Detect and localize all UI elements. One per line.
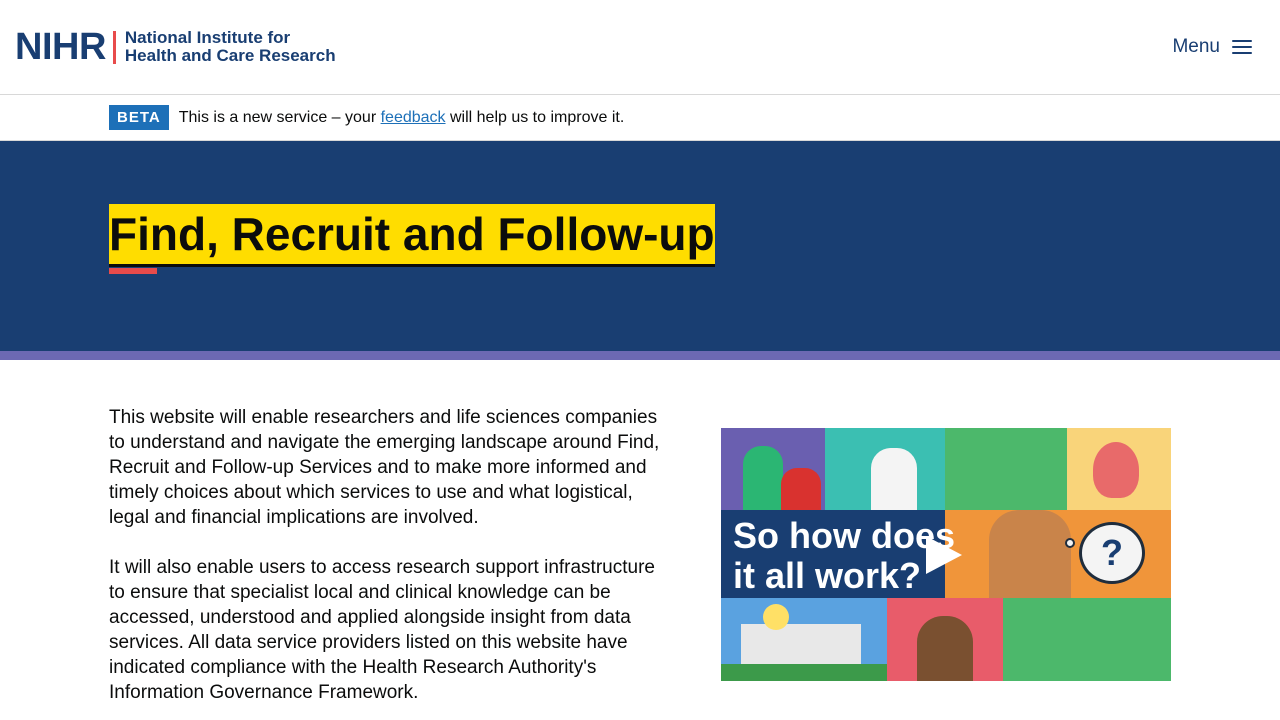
nihr-logo[interactable]: NIHR National Institute for Health and C… [15,26,336,68]
grass-figure [721,664,887,681]
hero-banner: Find, Recruit and Follow-up [0,141,1280,351]
person-figure [781,468,821,510]
page-title: Find, Recruit and Follow-up [109,204,715,264]
logo-text: National Institute for Health and Care R… [125,29,336,65]
hamburger-icon [1232,40,1252,54]
title-underline [109,268,157,274]
beta-banner: BETA This is a new service – your feedba… [0,95,1280,141]
video-tile [945,428,1067,510]
intro-paragraph-2: It will also enable users to access rese… [109,557,655,703]
sun-icon [763,604,789,630]
question-mark: ? [1101,532,1123,573]
logo-mark: NIHR [15,26,106,68]
video-tile [1003,598,1171,681]
play-icon[interactable] [926,536,962,574]
beta-message: This is a new service – your feedback wi… [179,109,625,127]
video-caption-line-1: So how does [733,515,956,556]
video-caption: So how does it all work? [733,516,955,596]
beta-text-after: will help us to improve it. [445,108,625,126]
thought-dot [1065,538,1075,548]
logo-line-1: National Institute for [124,28,291,47]
person-figure [989,510,1071,598]
site-header: NIHR National Institute for Health and C… [0,0,1280,95]
abstract-figure [1093,442,1139,498]
question-bubble: ? [1079,522,1145,584]
beta-tag: BETA [109,105,169,130]
intro-content: This website will enable researchers and… [109,405,669,720]
video-caption-line-2: it all work? [733,555,922,596]
feedback-link[interactable]: feedback [381,109,446,126]
menu-button[interactable]: Menu [1172,36,1252,58]
beta-text-before: This is a new service – your [178,108,381,126]
intro-paragraph-1: This website will enable researchers and… [109,407,660,528]
logo-line-2: Health and Care Research [124,46,336,65]
menu-label: Menu [1172,36,1220,57]
person-figure [743,446,783,510]
logo-divider [112,30,116,64]
person-figure [917,616,973,681]
explainer-video[interactable]: So how does it all work? ? [721,428,1171,681]
doctor-figure [871,448,917,510]
hero-stripe [0,351,1280,360]
